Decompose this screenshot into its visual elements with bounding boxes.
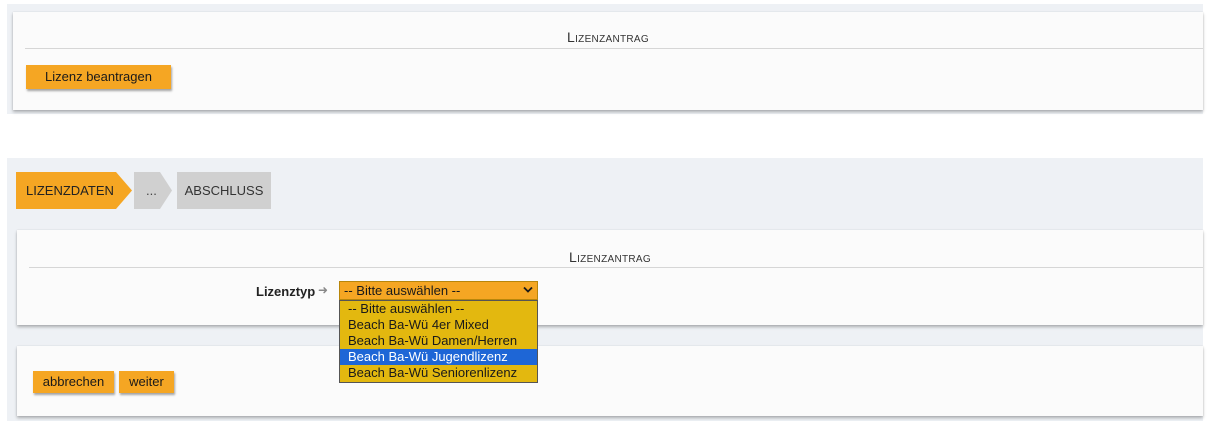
license-request-panel-top: Lizenzantrag Lizenz beantragen <box>13 12 1203 110</box>
divider <box>25 48 1203 49</box>
option-damen-herren[interactable]: Beach Ba-Wü Damen/Herren <box>340 333 537 349</box>
divider <box>29 267 1203 268</box>
panel-title: Lizenzantrag <box>569 249 651 265</box>
actions-panel: abbrechen weiter <box>17 346 1203 416</box>
next-button[interactable]: weiter <box>119 371 174 393</box>
option-jugendlizenz[interactable]: Beach Ba-Wü Jugendlizenz <box>340 349 537 365</box>
option-4er-mixed[interactable]: Beach Ba-Wü 4er Mixed <box>340 317 537 333</box>
select-value: -- Bitte auswählen -- <box>344 283 461 298</box>
cancel-button[interactable]: abbrechen <box>33 371 114 393</box>
license-form-panel: Lizenzantrag <box>17 230 1203 325</box>
option-please-select[interactable]: -- Bitte auswählen -- <box>340 301 537 317</box>
license-type-select[interactable]: -- Bitte auswählen -- <box>339 281 538 300</box>
arrow-right-icon: ➜ <box>318 283 329 297</box>
license-type-dropdown: -- Bitte auswählen -- Beach Ba-Wü 4er Mi… <box>339 300 538 383</box>
request-license-button[interactable]: Lizenz beantragen <box>26 65 171 89</box>
step-license-data[interactable]: Lizenzdaten <box>16 172 132 209</box>
chevron-down-icon <box>523 286 533 293</box>
option-seniorenlizenz[interactable]: Beach Ba-Wü Seniorenlizenz <box>340 365 537 381</box>
step-completion[interactable]: Abschluss <box>177 172 271 209</box>
license-type-label: Lizenztyp <box>256 284 316 299</box>
panel-title: Lizenzantrag <box>567 29 649 45</box>
